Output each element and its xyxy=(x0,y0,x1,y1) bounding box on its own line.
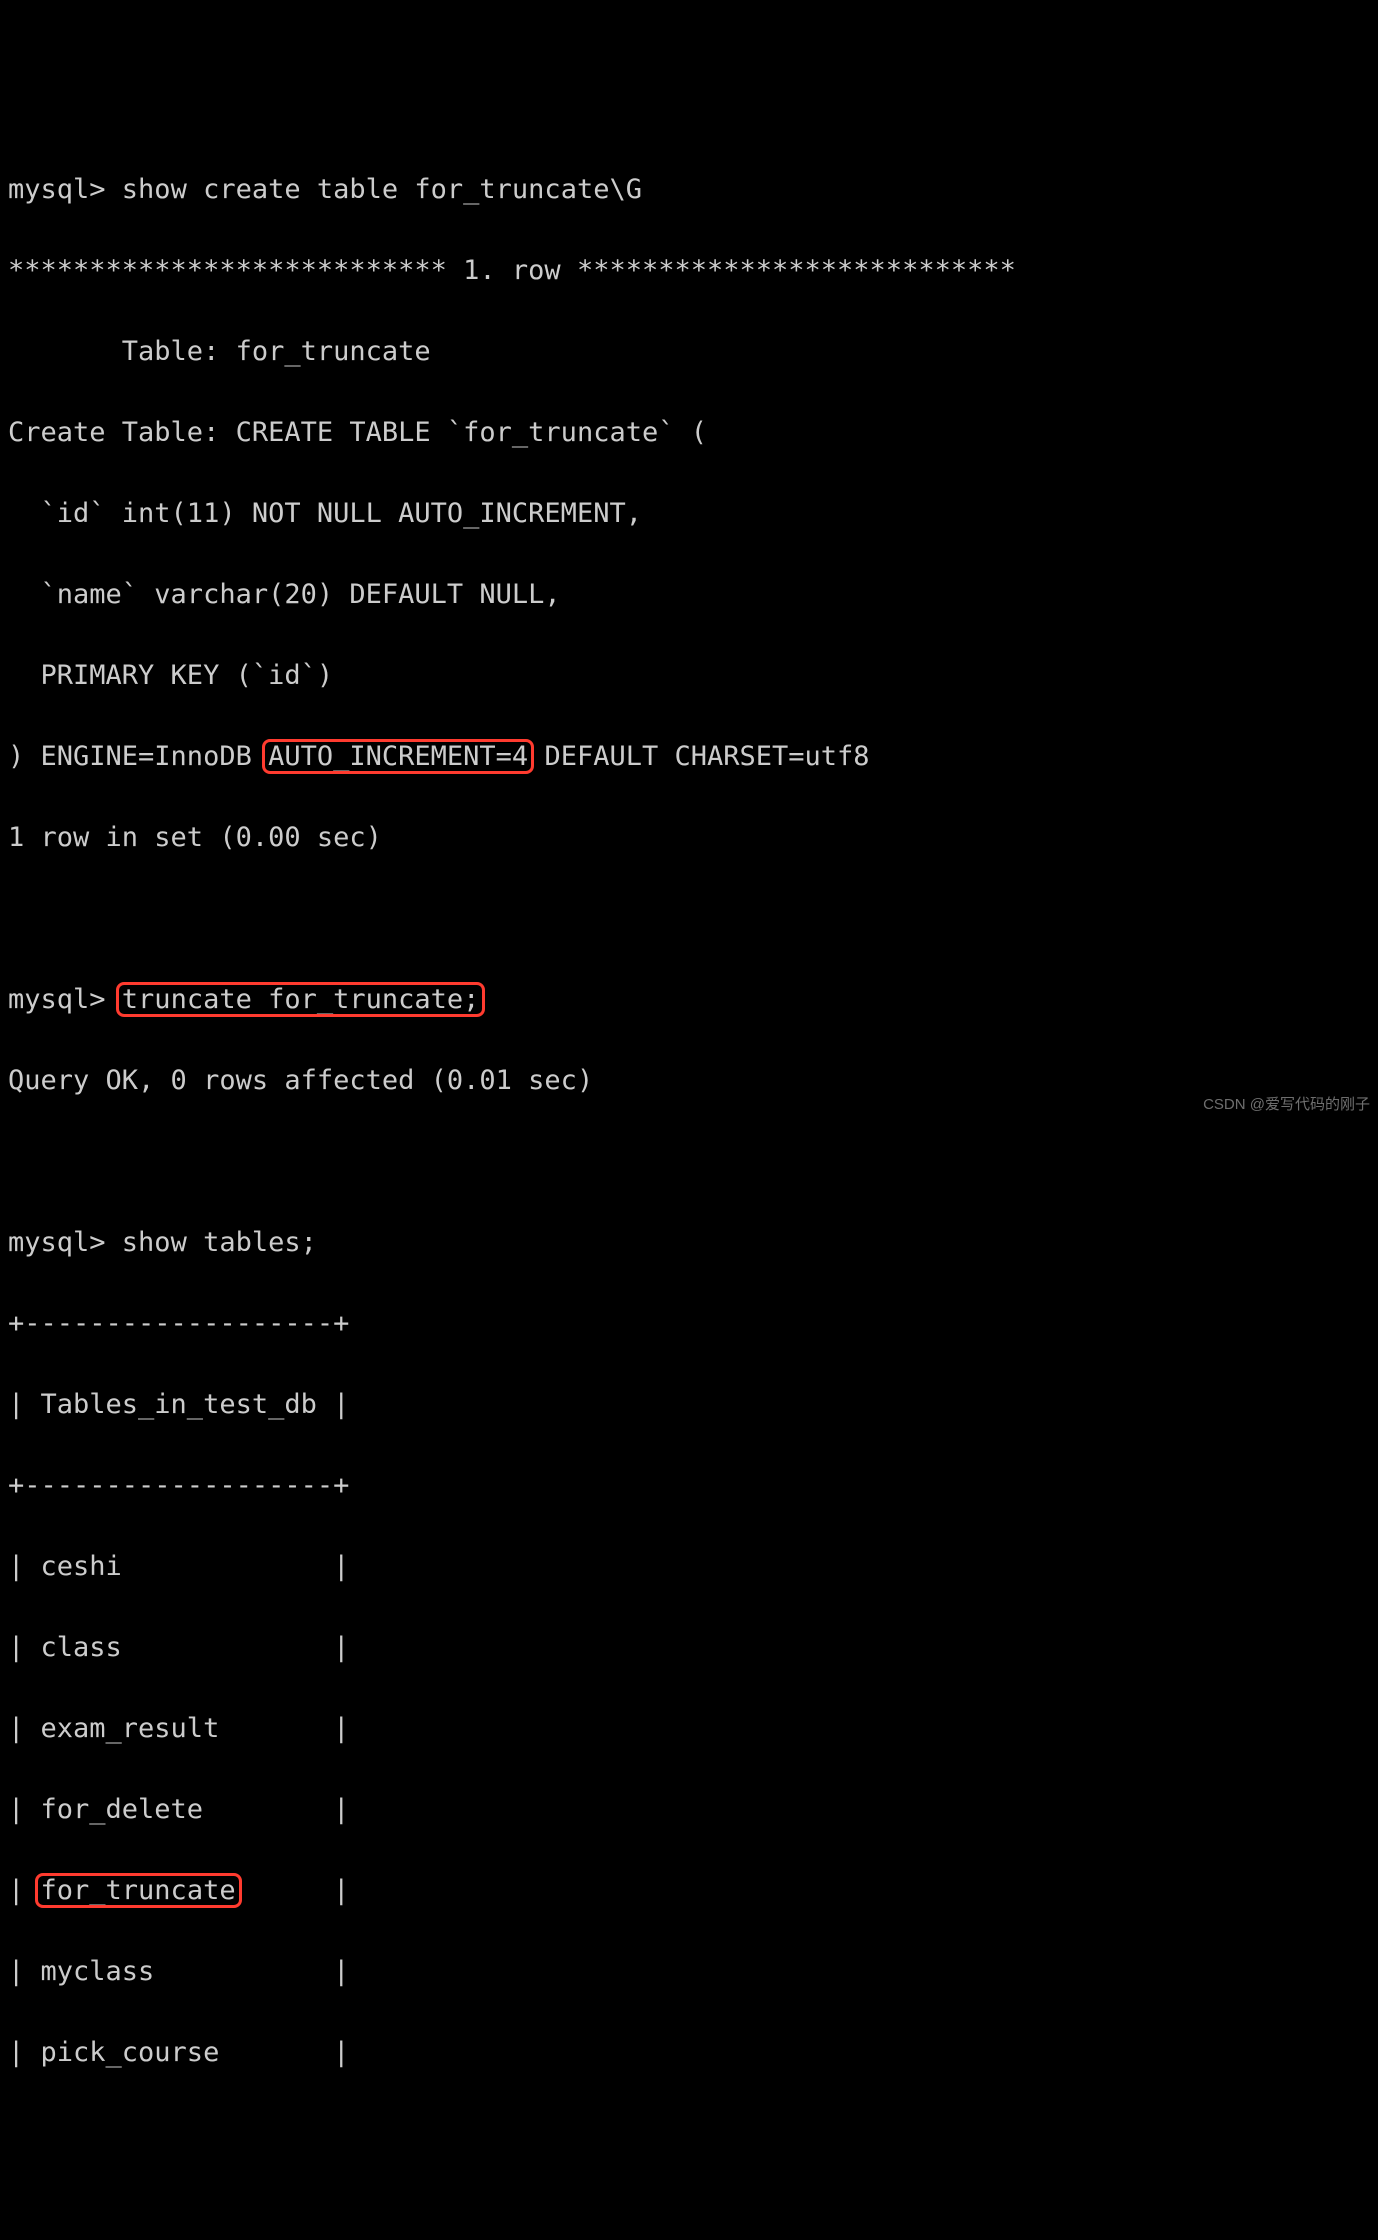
table-name-for-truncate: for_truncate xyxy=(41,1875,236,1906)
cmd-show-tables: mysql> show tables; xyxy=(8,1223,1370,1264)
watermark: CSDN @爱写代码的刚子 xyxy=(1203,1094,1370,1117)
mysql-prompt: mysql> xyxy=(8,984,122,1015)
table-row: | ceshi | xyxy=(8,1547,1370,1588)
table-header: | Tables_in_test_db | xyxy=(8,1385,1370,1426)
blank-line xyxy=(8,899,1370,940)
mysql-prompt: mysql> xyxy=(8,174,122,205)
create-table-head: Create Table: CREATE TABLE `for_truncate… xyxy=(8,413,1370,454)
row-separator: *************************** 1. row *****… xyxy=(8,251,1370,292)
blank-line xyxy=(8,1142,1370,1183)
command-text: truncate for_truncate; xyxy=(122,984,480,1015)
mysql-prompt: mysql> xyxy=(8,1227,122,1258)
table-name-line: Table: for_truncate xyxy=(8,332,1370,373)
engine-line: ) ENGINE=InnoDB AUTO_INCREMENT=4 DEFAULT… xyxy=(8,737,1370,778)
table-row: | for_delete | xyxy=(8,1790,1370,1831)
cmd-truncate: mysql> truncate for_truncate; xyxy=(8,980,1370,1021)
primary-key: PRIMARY KEY (`id`) xyxy=(8,656,1370,697)
table-border: +-------------------+ xyxy=(8,1466,1370,1507)
truncate-result: Query OK, 0 rows affected (0.01 sec) xyxy=(8,1061,1370,1102)
command-text: show tables; xyxy=(122,1227,317,1258)
table-row: | class | xyxy=(8,1628,1370,1669)
column-id: `id` int(11) NOT NULL AUTO_INCREMENT, xyxy=(8,494,1370,535)
table-row: | pick_course | xyxy=(8,2033,1370,2074)
table-row: | myclass | xyxy=(8,1952,1370,1993)
cmd-show-create: mysql> show create table for_truncate\G xyxy=(8,170,1370,211)
table-border: +-------------------+ xyxy=(8,1304,1370,1345)
table-row-highlighted: | for_truncate | xyxy=(8,1871,1370,1912)
table-row: | exam_result | xyxy=(8,1709,1370,1750)
rows-in-set: 1 row in set (0.00 sec) xyxy=(8,818,1370,859)
auto-increment-value: AUTO_INCREMENT=4 xyxy=(268,741,528,772)
command-text: show create table for_truncate\G xyxy=(122,174,642,205)
column-name: `name` varchar(20) DEFAULT NULL, xyxy=(8,575,1370,616)
